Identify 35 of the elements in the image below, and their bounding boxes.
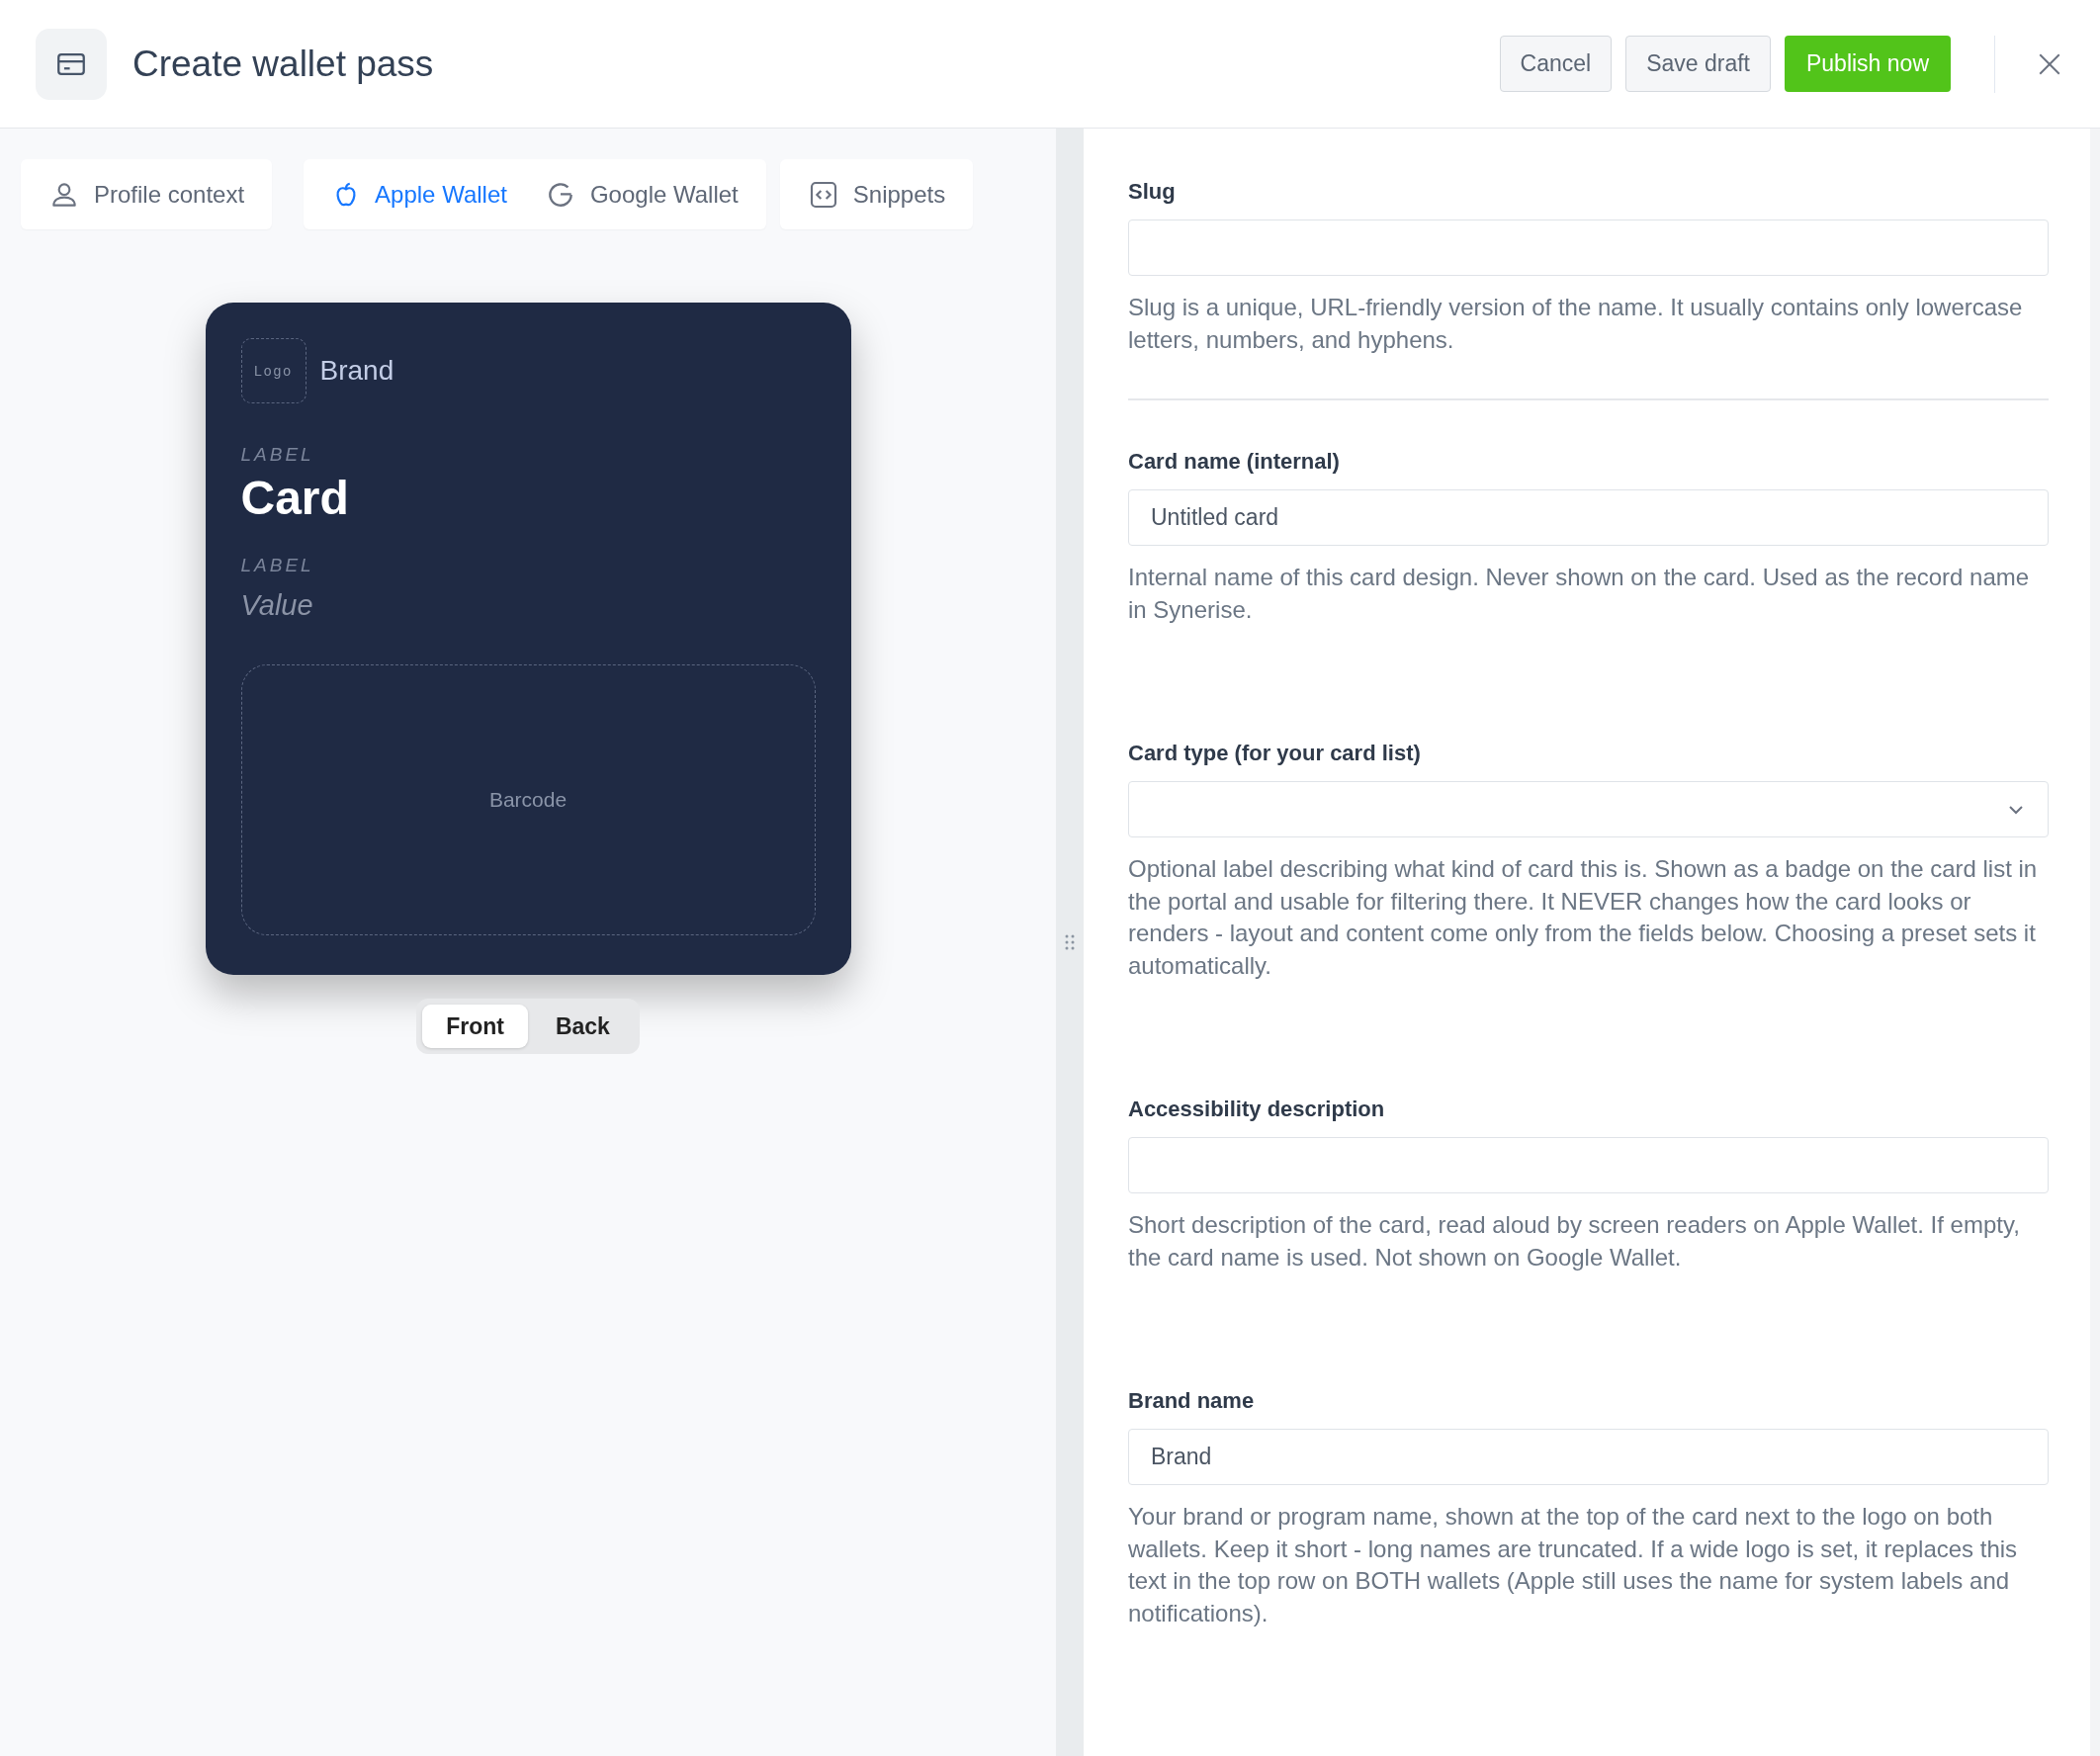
- field-label: Slug: [1128, 178, 1177, 206]
- chevron-down-icon: [2008, 804, 2024, 815]
- secondary-button[interactable]: Save draft: [1625, 36, 1771, 92]
- help-text: Short description of the card, read aloud by screen readers on Apple Wallet. If empty, the card name is used. Not shown on Google Wallet.: [1128, 1210, 2021, 1273]
- input-field[interactable]: [1128, 220, 2049, 276]
- barcode-text: Barcode: [488, 787, 568, 814]
- field-label: Card type (for your card list): [1128, 740, 1422, 767]
- help-text: Internal name of this card design. Never shown on the card. Used as the record name in Synerise.: [1128, 563, 2031, 625]
- field-label: Accessibility description: [1128, 1096, 1386, 1123]
- field-label: Brand name: [1128, 1387, 1256, 1415]
- brand-name: Brand: [319, 354, 394, 388]
- secondary-value: Value: [240, 587, 314, 623]
- logo-placeholder[interactable]: Logo: [240, 338, 306, 403]
- input-field[interactable]: Brand: [1128, 1429, 2049, 1485]
- logo-text: Logo: [253, 361, 294, 381]
- help-text: Your brand or program name, shown at the top of the card next to the logo on both wallets. Keep it short - long names are truncated. If a wide logo is set, it replaces this text in the top row on BOTH wallets (Apple still uses the name for system labels and notifications).: [1128, 1502, 2019, 1628]
- dropdown-field[interactable]: [1128, 781, 2049, 837]
- help-text: Slug is a unique, URL-friendly version of the name. It usually contains only lowercase letters, numbers, and hyphens.: [1128, 293, 2024, 355]
- side-toggle-option[interactable]: Front: [422, 1005, 528, 1048]
- tab[interactable]: Apple Wallet: [317, 159, 521, 229]
- barcode-placeholder[interactable]: Barcode: [240, 664, 816, 936]
- scrollbar[interactable]: [2090, 129, 2100, 1756]
- field-label: Card name (internal): [1128, 448, 1341, 476]
- field-label: LABEL: [240, 443, 315, 467]
- secondary-button[interactable]: Cancel: [1499, 36, 1613, 92]
- input-field[interactable]: [1128, 1137, 2049, 1193]
- side-toggle-option[interactable]: Back: [531, 1005, 634, 1048]
- drag-handle-icon[interactable]: [1065, 934, 1075, 950]
- tab[interactable]: Google Wallet: [530, 159, 752, 229]
- card-icon: [36, 28, 107, 100]
- help-text: Optional label describing what kind of card this is. Shown as a badge on the card list in the portal and usable for filtering there. It NEVER changes how the card looks or renders - layout and content come only from the fields below. Choosing a preset sets it automatically.: [1128, 854, 2039, 981]
- field-label: LABEL: [240, 554, 315, 578]
- input-field[interactable]: Untitled card: [1128, 489, 2049, 546]
- primary-value: Card: [240, 470, 350, 526]
- page-title: Create wallet pass: [132, 42, 434, 86]
